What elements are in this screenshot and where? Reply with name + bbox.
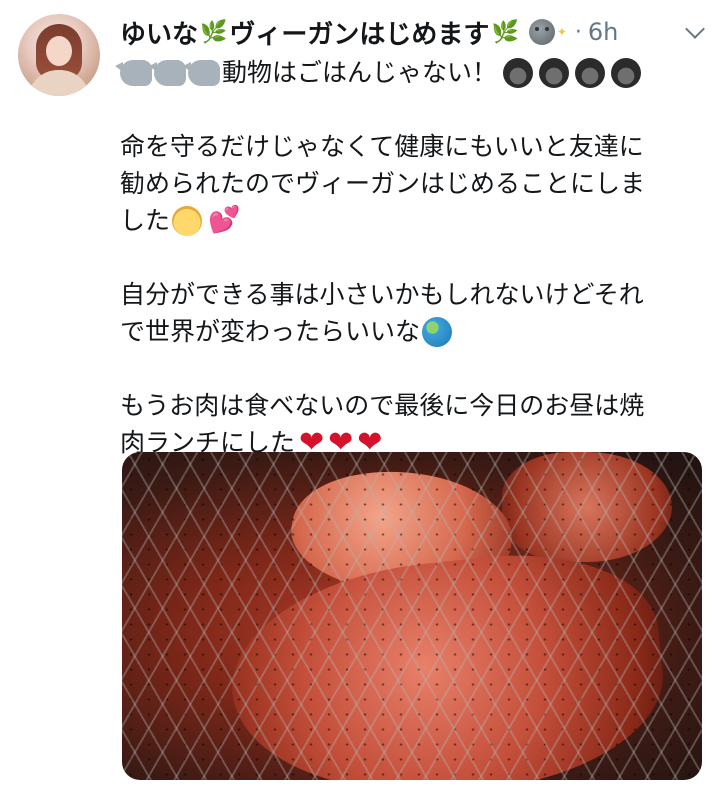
tweet-photo[interactable]: [122, 452, 702, 780]
tweet-text-line: 勧められたのでヴィーガンはじめることにしま: [120, 169, 646, 198]
tweet-line-1: 動物はごはんじゃない！: [115, 54, 710, 91]
gorilla-icon: [503, 57, 534, 88]
tweet-header: ゆいな 🌿 ヴィーガンはじめます 🌿 ✦ · 6h: [120, 12, 710, 52]
tweet[interactable]: ゆいな 🌿 ヴィーガンはじめます 🌿 ✦ · 6h 動物はごはんじゃない！ 命を…: [0, 0, 722, 800]
baby-icon: [172, 205, 203, 236]
rhino-icon: [115, 59, 152, 86]
herb-icon: 🌿: [491, 19, 519, 45]
tweet-line-4: した 💕: [120, 202, 710, 239]
sparkle-icon: ✦: [556, 25, 567, 39]
tweet-line-3: 勧められたのでヴィーガンはじめることにしま: [120, 165, 710, 202]
gorilla-icon: [611, 57, 642, 88]
tweet-text-line: もうお肉は食べないので最後に今日のお昼は焼: [120, 391, 645, 420]
rhino-icon: [149, 59, 186, 86]
grill-mesh: [122, 452, 702, 780]
avatar[interactable]: [18, 14, 100, 96]
timestamp[interactable]: 6h: [588, 18, 618, 46]
display-name-suffix[interactable]: ヴィーガンはじめます: [229, 14, 489, 51]
earth-globe-icon: [422, 316, 453, 347]
rhino-icon: [183, 59, 220, 86]
avatar-face: [46, 36, 72, 66]
tweet-line-2: 命を守るだけじゃなくて健康にもいいと友達に: [120, 128, 710, 165]
tweet-line-7: もうお肉は食べないので最後に今日のお昼は焼: [120, 387, 710, 424]
tweet-text-line: 動物はごはんじゃない！: [222, 58, 498, 87]
herb-icon: 🌿: [200, 19, 228, 45]
gorilla-icon: [539, 57, 570, 88]
tweet-text-line: 命を守るだけじゃなくて健康にもいいと友達に: [120, 132, 644, 161]
tweet-body: 動物はごはんじゃない！ 命を守るだけじゃなくて健康にもいいと友達に 勧められたの…: [115, 54, 710, 461]
moon-face-icon: [528, 19, 555, 45]
gorilla-icon: [575, 57, 606, 88]
avatar-body: [28, 70, 90, 96]
separator-dot: ·: [574, 19, 582, 45]
tweet-text-line: した: [120, 206, 171, 235]
tweet-line-5: 自分ができる事は小さいかもしれないけどそれ: [120, 276, 710, 313]
two-hearts-icon: 💕: [208, 205, 241, 235]
display-name-prefix[interactable]: ゆいな: [120, 14, 198, 51]
tweet-text-line: で世界が変わったらいいな: [120, 317, 421, 346]
tweet-text-line: 自分ができる事は小さいかもしれないけどそれ: [120, 280, 644, 309]
tweet-line-6: で世界が変わったらいいな: [120, 313, 710, 350]
